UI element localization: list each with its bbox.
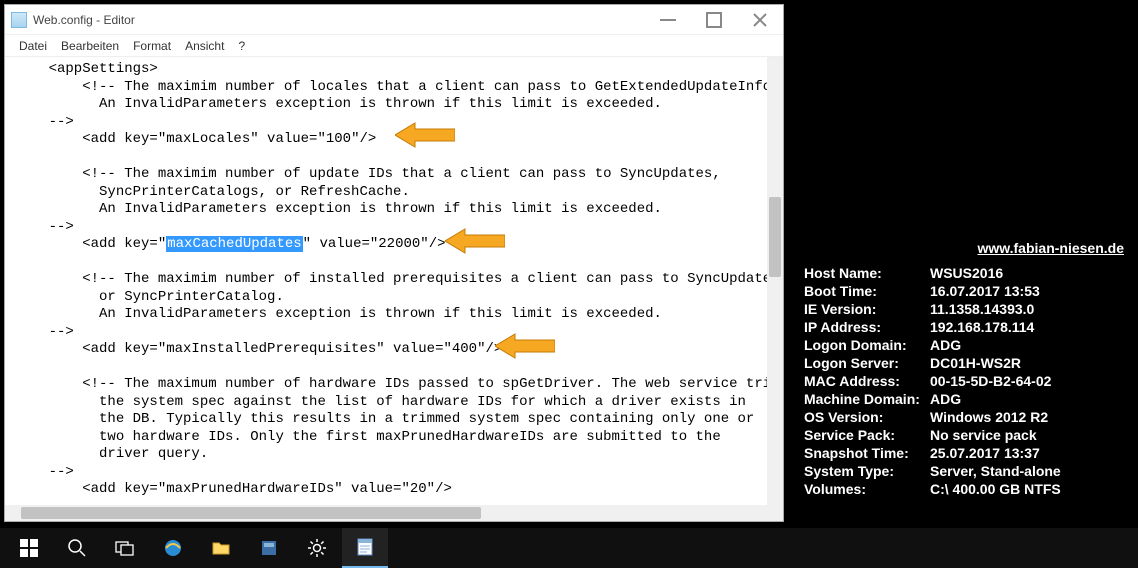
bginfo-value: Server, Stand-alone — [930, 462, 1132, 480]
bginfo-value: 11.1358.14393.0 — [930, 300, 1132, 318]
scrollbar-corner — [767, 505, 783, 521]
bginfo-row: Host Name:WSUS2016 — [800, 264, 1138, 282]
bginfo-value: C:\ 400.00 GB NTFS — [930, 480, 1132, 498]
bginfo-row: IE Version:11.1358.14393.0 — [800, 300, 1138, 318]
bginfo-value: No service pack — [930, 426, 1132, 444]
taskbar-notepad[interactable] — [342, 528, 388, 568]
bginfo-label: Logon Server: — [800, 354, 930, 372]
bginfo-value: WSUS2016 — [930, 264, 1132, 282]
bginfo-row: Logon Domain:ADG — [800, 336, 1138, 354]
bginfo-row: System Type:Server, Stand-alone — [800, 462, 1138, 480]
taskbar-explorer[interactable] — [198, 528, 244, 568]
editor-content[interactable]: <appSettings> <!-- The maximim number of… — [5, 57, 767, 505]
taskbar-settings[interactable] — [294, 528, 340, 568]
bginfo-label: IE Version: — [800, 300, 930, 318]
bginfo-value: DC01H-WS2R — [930, 354, 1132, 372]
bginfo-panel: www.fabian-niesen.de Host Name:WSUS2016B… — [800, 240, 1138, 498]
horizontal-scrollbar[interactable] — [5, 505, 767, 521]
search-icon — [67, 538, 87, 558]
minimize-icon — [658, 10, 678, 30]
bginfo-label: Boot Time: — [800, 282, 930, 300]
bginfo-label: Service Pack: — [800, 426, 930, 444]
bginfo-row: Boot Time:16.07.2017 13:53 — [800, 282, 1138, 300]
bginfo-label: Machine Domain: — [800, 390, 930, 408]
taskbar — [0, 528, 1138, 568]
bginfo-label: MAC Address: — [800, 372, 930, 390]
bginfo-url: www.fabian-niesen.de — [800, 240, 1138, 256]
bginfo-value: 25.07.2017 13:37 — [930, 444, 1132, 462]
notepad-taskbar-icon — [355, 537, 375, 557]
notepad-icon — [11, 12, 27, 28]
ie-icon — [163, 538, 183, 558]
bginfo-value: 192.168.178.114 — [930, 318, 1132, 336]
bginfo-value: Windows 2012 R2 — [930, 408, 1132, 426]
taskbar-ie[interactable] — [150, 528, 196, 568]
bginfo-label: Snapshot Time: — [800, 444, 930, 462]
editor-window[interactable]: Web.config - Editor Datei Bearbeiten For… — [4, 4, 784, 522]
windows-icon — [19, 538, 39, 558]
vertical-scrollbar[interactable] — [767, 57, 783, 505]
menu-datei[interactable]: Datei — [13, 37, 53, 55]
bginfo-label: System Type: — [800, 462, 930, 480]
bginfo-label: Host Name: — [800, 264, 930, 282]
selected-text: maxCachedUpdates — [166, 236, 302, 252]
maximize-button[interactable] — [691, 5, 737, 34]
bginfo-row: IP Address:192.168.178.114 — [800, 318, 1138, 336]
taskbar-server-manager[interactable] — [246, 528, 292, 568]
bginfo-label: OS Version: — [800, 408, 930, 426]
gear-icon — [307, 538, 327, 558]
bginfo-row: Machine Domain:ADG — [800, 390, 1138, 408]
close-icon — [750, 10, 770, 30]
menubar: Datei Bearbeiten Format Ansicht ? — [5, 35, 783, 57]
titlebar[interactable]: Web.config - Editor — [5, 5, 783, 35]
bginfo-row: OS Version:Windows 2012 R2 — [800, 408, 1138, 426]
menu-ansicht[interactable]: Ansicht — [179, 37, 230, 55]
bginfo-row: Service Pack:No service pack — [800, 426, 1138, 444]
menu-format[interactable]: Format — [127, 37, 177, 55]
window-title: Web.config - Editor — [33, 13, 645, 27]
bginfo-row: Volumes:C:\ 400.00 GB NTFS — [800, 480, 1138, 498]
folder-icon — [211, 538, 231, 558]
scrollbar-thumb[interactable] — [21, 507, 481, 519]
bginfo-value: ADG — [930, 336, 1132, 354]
bginfo-row: Snapshot Time:25.07.2017 13:37 — [800, 444, 1138, 462]
bginfo-value: 16.07.2017 13:53 — [930, 282, 1132, 300]
close-button[interactable] — [737, 5, 783, 34]
bginfo-value: ADG — [930, 390, 1132, 408]
task-view-icon — [115, 538, 135, 558]
scrollbar-thumb[interactable] — [769, 197, 781, 277]
bginfo-value: 00-15-5D-B2-64-02 — [930, 372, 1132, 390]
maximize-icon — [704, 10, 724, 30]
editor-body: <appSettings> <!-- The maximim number of… — [5, 57, 783, 521]
bginfo-label: IP Address: — [800, 318, 930, 336]
minimize-button[interactable] — [645, 5, 691, 34]
bginfo-row: MAC Address:00-15-5D-B2-64-02 — [800, 372, 1138, 390]
menu-help[interactable]: ? — [232, 37, 251, 55]
task-view-button[interactable] — [102, 528, 148, 568]
search-button[interactable] — [54, 528, 100, 568]
bginfo-label: Logon Domain: — [800, 336, 930, 354]
bginfo-row: Logon Server:DC01H-WS2R — [800, 354, 1138, 372]
bginfo-label: Volumes: — [800, 480, 930, 498]
menu-bearbeiten[interactable]: Bearbeiten — [55, 37, 125, 55]
server-icon — [259, 538, 279, 558]
start-button[interactable] — [6, 528, 52, 568]
